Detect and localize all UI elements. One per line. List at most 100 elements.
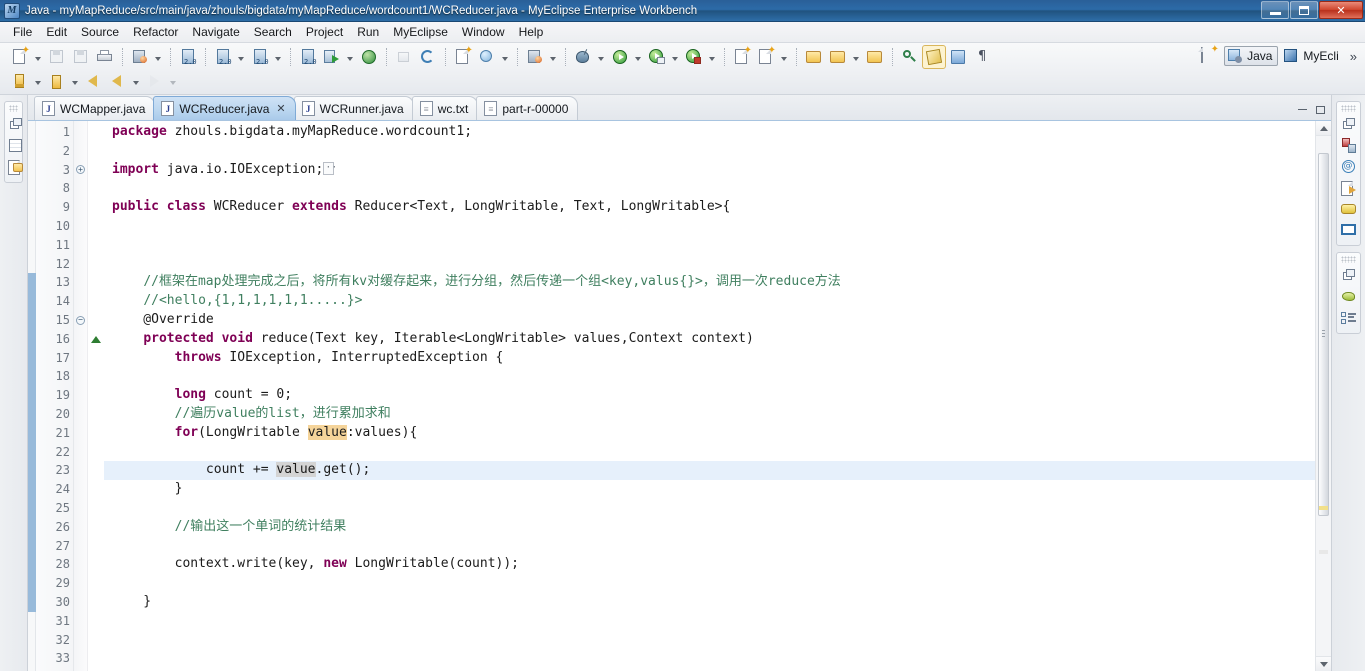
database-explorer-icon[interactable]: 2.0 <box>297 46 319 68</box>
fold-toggle-15[interactable]: − <box>74 311 87 330</box>
code-line-18[interactable] <box>104 367 1315 386</box>
project-explorer-icon[interactable] <box>5 157 27 177</box>
menu-item-run[interactable]: Run <box>350 23 386 41</box>
refresh-icon[interactable] <box>417 46 439 68</box>
deploy-dropdown-arrow[interactable] <box>152 46 163 68</box>
previous-annotation-dropdown-arrow[interactable] <box>130 70 141 92</box>
export-dropdown-arrow[interactable] <box>69 70 80 92</box>
run-sql-icon[interactable] <box>321 46 343 68</box>
menu-item-search[interactable]: Search <box>247 23 299 41</box>
code-editor[interactable]: 1 2 3 8 9 10 11 12 13 14 15 16 17 18 19 20 21 22 23 24 25 26 2… <box>28 121 1331 671</box>
fold-expand-icon[interactable]: + <box>76 165 85 175</box>
new-wizard-icon[interactable]: ✦ <box>9 46 31 68</box>
run-sql-dropdown-arrow[interactable] <box>344 46 355 68</box>
menu-item-source[interactable]: Source <box>74 23 126 41</box>
run-icon[interactable] <box>609 46 631 68</box>
email-icon[interactable]: @ <box>1338 157 1360 177</box>
show-source-icon[interactable] <box>947 46 969 68</box>
dock-grip[interactable] <box>9 105 18 112</box>
new-package-icon[interactable]: ✦ <box>731 46 753 68</box>
code-line-25[interactable] <box>104 499 1315 518</box>
editor-vertical-scrollbar[interactable] <box>1315 121 1331 671</box>
new-annotation-dropdown-arrow[interactable] <box>778 46 789 68</box>
menu-item-myeclipse[interactable]: MyEclipse <box>386 23 455 41</box>
code-line-32[interactable] <box>104 631 1315 650</box>
previous-annotation-icon[interactable] <box>107 70 129 92</box>
report-icon[interactable]: ✦ <box>452 46 474 68</box>
uml-dropdown-arrow[interactable] <box>499 46 510 68</box>
snapshot-dropdown-arrow[interactable] <box>547 46 558 68</box>
outline-icon[interactable] <box>1338 287 1360 307</box>
code-line-2[interactable] <box>104 142 1315 161</box>
scroll-down-button[interactable] <box>1316 656 1331 671</box>
new-server-icon[interactable]: 2.0 <box>212 46 234 68</box>
debug-dropdown-arrow[interactable] <box>595 46 606 68</box>
perspective-java[interactable]: Java <box>1224 46 1279 66</box>
menu-item-edit[interactable]: Edit <box>39 23 74 41</box>
code-line-26[interactable]: //输出这一个单词的统计结果 <box>104 518 1315 537</box>
export-icon[interactable] <box>46 70 68 92</box>
deploy-icon[interactable] <box>129 46 151 68</box>
code-line-23[interactable]: count += value.get(); <box>104 461 1315 481</box>
run-config-dropdown-arrow[interactable] <box>669 46 680 68</box>
code-line-20[interactable]: //遍历value的list，进行累加求和 <box>104 405 1315 424</box>
code-line-11[interactable] <box>104 236 1315 255</box>
close-button[interactable]: ✕ <box>1319 1 1363 19</box>
restore-button[interactable] <box>1290 1 1318 19</box>
code-line-24[interactable]: } <box>104 480 1315 499</box>
menu-item-project[interactable]: Project <box>299 23 350 41</box>
import-icon[interactable] <box>9 70 31 92</box>
run-secure-dropdown-arrow[interactable] <box>706 46 717 68</box>
code-line-28[interactable]: context.write(key, new LongWritable(coun… <box>104 555 1315 574</box>
open-task-icon[interactable] <box>827 46 849 68</box>
code-line-31[interactable] <box>104 612 1315 631</box>
code-line-22[interactable] <box>104 443 1315 462</box>
server-2.0-icon[interactable]: 2.0 <box>177 46 199 68</box>
folding-ruler[interactable]: + − <box>74 121 88 671</box>
annotation-ruler[interactable] <box>88 121 104 671</box>
uml-icon[interactable] <box>476 46 498 68</box>
menu-item-refactor[interactable]: Refactor <box>126 23 185 41</box>
menu-item-navigate[interactable]: Navigate <box>185 23 246 41</box>
new-annotation-icon[interactable]: ✦ <box>755 46 777 68</box>
open-type-icon[interactable] <box>803 46 825 68</box>
snapshot-icon[interactable] <box>524 46 546 68</box>
manage-server-icon[interactable]: 2.0 <box>249 46 271 68</box>
snippets-icon[interactable] <box>1338 178 1360 198</box>
editor-tab-wcreducer-java[interactable]: J WCReducer.java ✕ <box>153 96 296 120</box>
scroll-up-button[interactable] <box>1316 121 1331 136</box>
code-line-19[interactable]: long count = 0; <box>104 386 1315 405</box>
new-server-dropdown-arrow[interactable] <box>235 46 246 68</box>
package-explorer-icon[interactable] <box>5 136 27 156</box>
code-line-8[interactable] <box>104 179 1315 198</box>
restore-view-icon[interactable] <box>1338 266 1360 286</box>
code-line-29[interactable] <box>104 574 1315 593</box>
new-wizard-dropdown-arrow[interactable] <box>32 46 43 68</box>
show-whitespace-icon[interactable]: ¶ <box>971 46 993 68</box>
open-resource-icon[interactable] <box>864 46 886 68</box>
code-line-27[interactable] <box>104 537 1315 556</box>
run-secure-icon[interactable] <box>683 46 705 68</box>
import-dropdown-arrow[interactable] <box>32 70 43 92</box>
menu-item-window[interactable]: Window <box>455 23 512 41</box>
code-line-13[interactable]: //框架在map处理完成之后，将所有kv对缓存起来，进行分组，然后传递一个组<k… <box>104 273 1315 292</box>
web-browser-icon[interactable] <box>358 46 380 68</box>
manage-server-dropdown-arrow[interactable] <box>272 46 283 68</box>
db-browser-icon[interactable] <box>1338 199 1360 219</box>
code-line-1[interactable]: package zhouls.bigdata.myMapReduce.wordc… <box>104 123 1315 142</box>
code-line-15[interactable]: @Override <box>104 311 1315 330</box>
code-line-10[interactable] <box>104 217 1315 236</box>
fold-collapse-icon[interactable]: − <box>76 315 85 325</box>
code-line-12[interactable] <box>104 255 1315 274</box>
perspective-myecli[interactable]: MyEcli <box>1280 46 1344 66</box>
back-icon[interactable] <box>83 70 105 92</box>
open-perspective-icon[interactable]: ✦ <box>1198 45 1220 67</box>
restore-view-icon[interactable] <box>1338 115 1360 135</box>
print-icon[interactable] <box>94 46 116 68</box>
fold-toggle-3[interactable]: + <box>74 161 87 180</box>
code-line-14[interactable]: //<hello,{1,1,1,1,1,1.....}> <box>104 292 1315 311</box>
close-tab-icon[interactable]: ✕ <box>276 102 285 115</box>
code-line-16[interactable]: protected void reduce(Text key, Iterable… <box>104 330 1315 349</box>
servers-icon[interactable] <box>1338 136 1360 156</box>
perspective-overflow-icon[interactable]: » <box>1348 49 1359 64</box>
